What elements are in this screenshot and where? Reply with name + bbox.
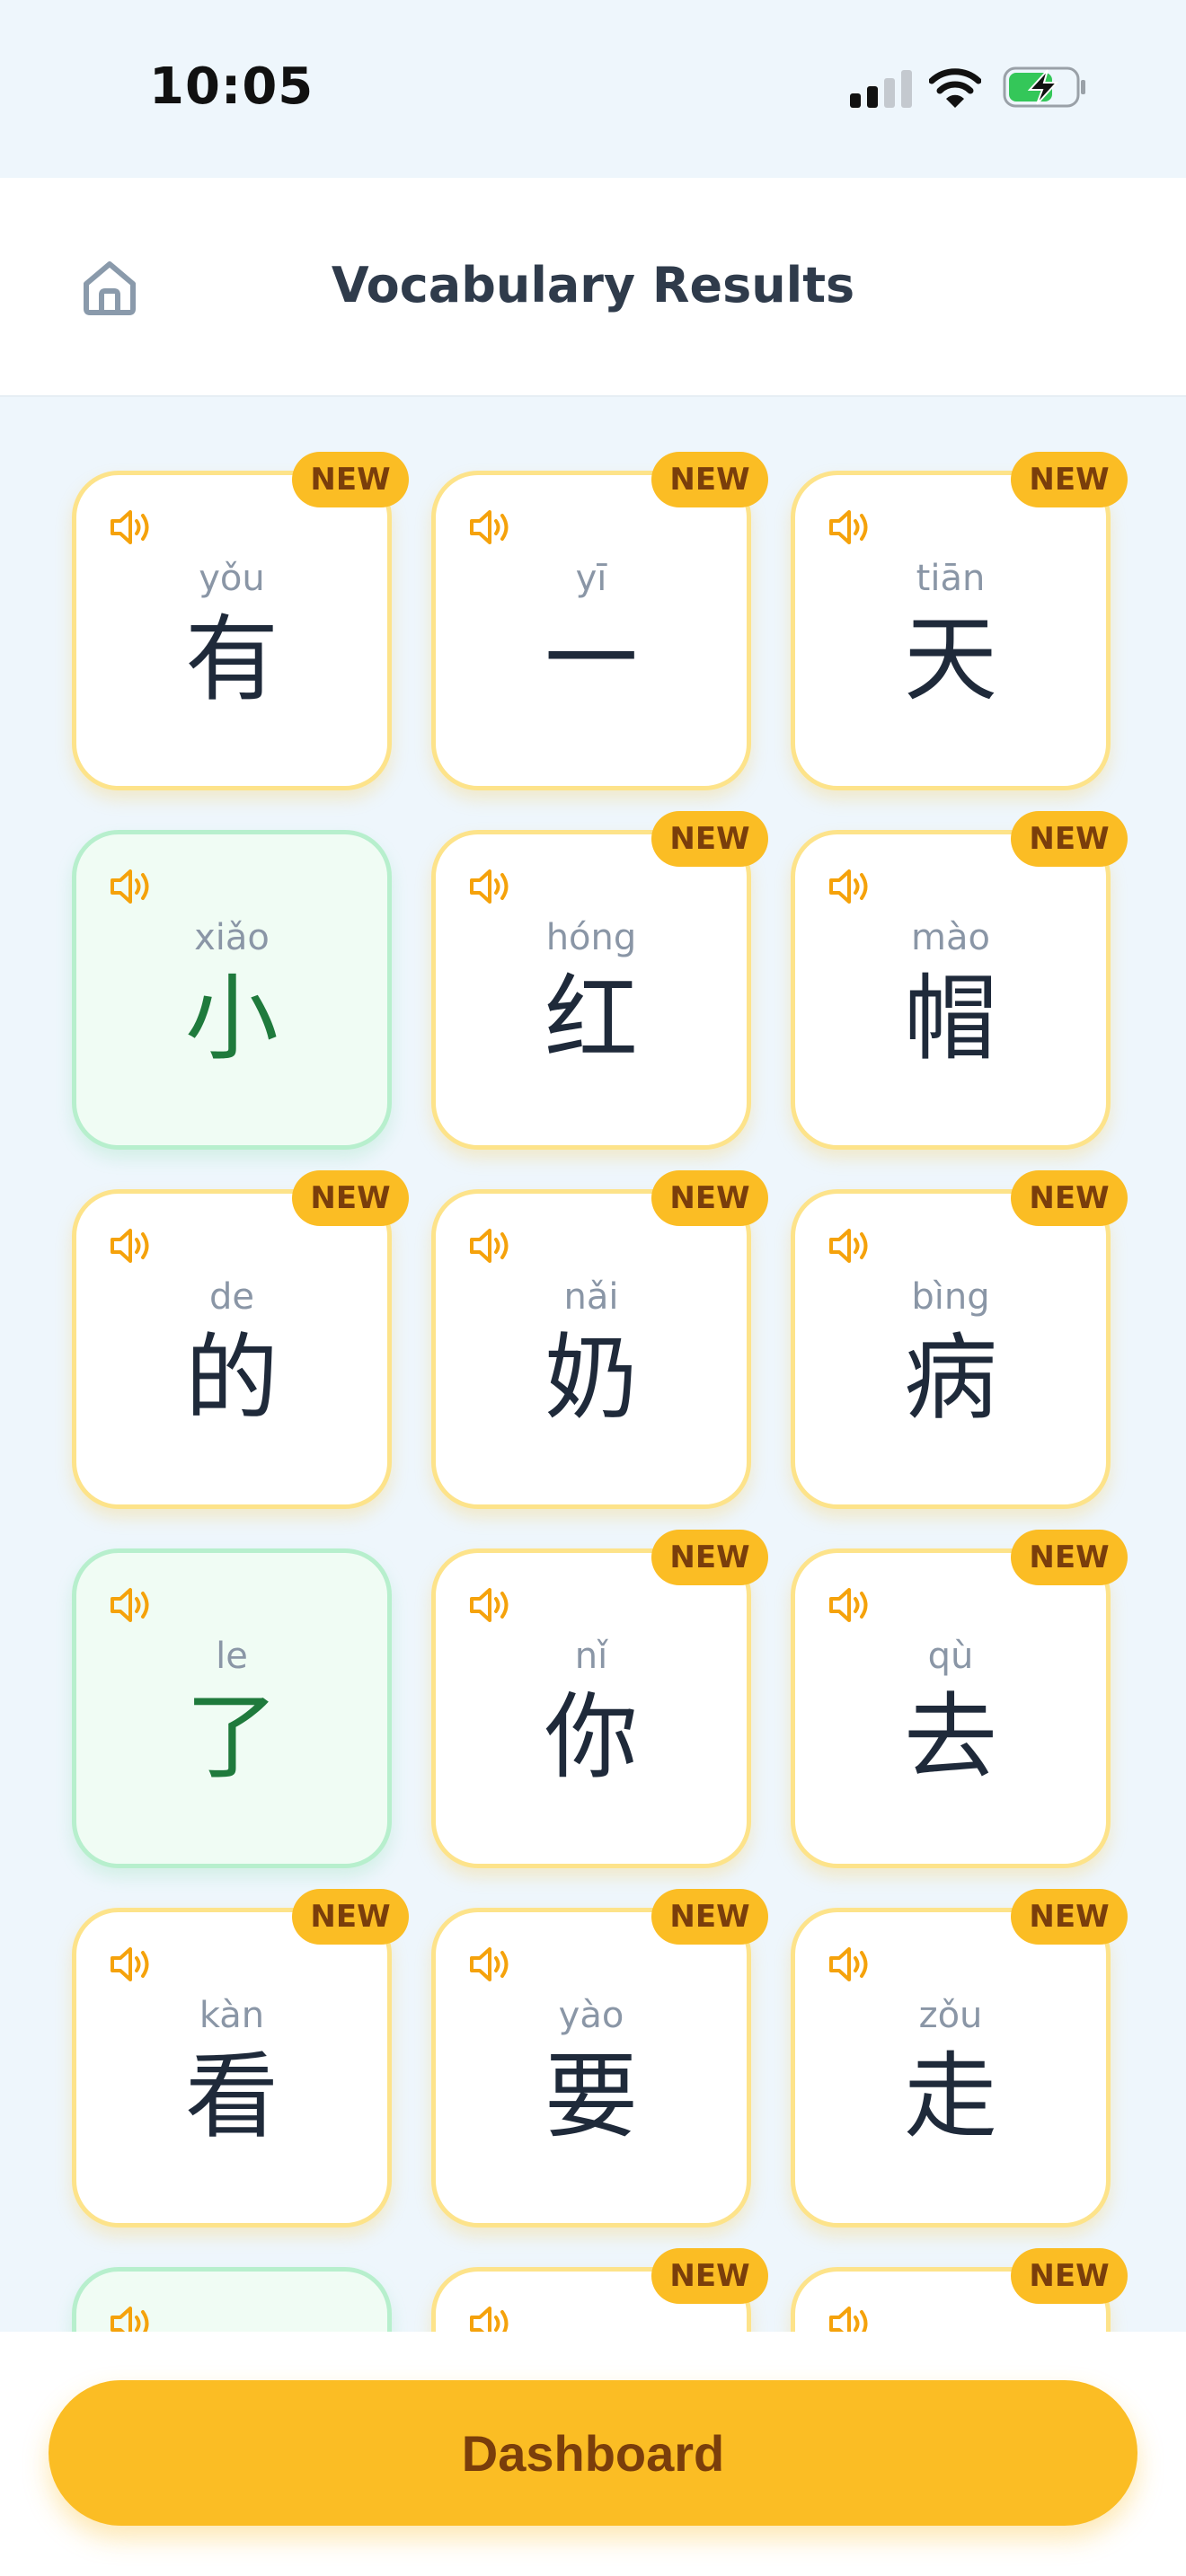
new-badge: NEW	[1011, 1889, 1128, 1945]
word-character: 了	[184, 1682, 279, 1792]
speaker-icon[interactable]	[828, 2304, 872, 2332]
word-card[interactable]: NEW bìng 病	[791, 1170, 1128, 1509]
speaker-icon[interactable]	[828, 507, 872, 547]
word-pinyin: hóng	[545, 917, 637, 958]
word-character: 走	[903, 2042, 997, 2151]
word-character: 奶	[544, 1323, 638, 1433]
word-card[interactable]	[72, 2267, 392, 2332]
word-pinyin: xiǎo	[194, 917, 270, 958]
bottom-bar: Dashboard	[0, 2332, 1186, 2576]
word-character: 病	[903, 1323, 997, 1433]
status-time: 10:05	[149, 57, 314, 116]
word-character: 去	[903, 1682, 997, 1792]
word-card[interactable]: NEW nǎi 奶	[431, 1170, 768, 1509]
speaker-icon[interactable]	[468, 867, 513, 906]
new-badge: NEW	[1011, 811, 1128, 867]
word-character: 看	[184, 2042, 279, 2151]
word-character: 的	[184, 1323, 279, 1433]
new-badge: NEW	[292, 1170, 409, 1226]
word-card[interactable]: NEW mào 帽	[791, 811, 1128, 1150]
new-badge: NEW	[292, 1889, 409, 1945]
word-card[interactable]: xiǎo 小	[72, 830, 392, 1150]
word-card[interactable]: NEW de 的	[72, 1170, 409, 1509]
word-card[interactable]: NEW	[431, 2248, 768, 2332]
word-pinyin: qù	[927, 1636, 974, 1677]
cellular-signal-icon	[850, 70, 912, 108]
battery-charging-icon	[1003, 66, 1085, 108]
speaker-icon[interactable]	[828, 867, 872, 906]
status-bar: 10:05	[0, 0, 1186, 178]
word-card[interactable]: NEW	[791, 2248, 1128, 2332]
page-title: Vocabulary Results	[331, 257, 855, 313]
word-pinyin: tiān	[916, 558, 986, 599]
speaker-icon[interactable]	[109, 867, 154, 906]
speaker-icon[interactable]	[109, 1226, 154, 1266]
word-character: 天	[903, 604, 997, 714]
word-pinyin: le	[216, 1636, 248, 1677]
new-badge: NEW	[1011, 452, 1128, 507]
word-pinyin: zǒu	[918, 1995, 983, 2036]
speaker-icon[interactable]	[109, 507, 154, 547]
word-pinyin: nǐ	[574, 1636, 608, 1677]
word-card[interactable]: NEW tiān 天	[791, 452, 1128, 790]
word-card[interactable]: NEW qù 去	[791, 1530, 1128, 1868]
word-card[interactable]: NEW zǒu 走	[791, 1889, 1128, 2228]
vocabulary-grid: NEW yǒu 有 NEW yī 一 NEW tiān 天 xiǎo 小 NEW hóng 红 NEW mào…	[72, 452, 1128, 2332]
dashboard-button[interactable]: Dashboard	[49, 2380, 1137, 2526]
speaker-icon[interactable]	[468, 507, 513, 547]
word-card[interactable]: NEW hóng 红	[431, 811, 768, 1150]
new-badge: NEW	[292, 452, 409, 507]
word-pinyin: mào	[911, 917, 990, 958]
word-character: 要	[544, 2042, 638, 2151]
speaker-icon[interactable]	[109, 1945, 154, 1984]
word-character: 一	[544, 604, 638, 714]
new-badge: NEW	[1011, 2248, 1128, 2304]
speaker-icon[interactable]	[828, 1585, 872, 1625]
word-card[interactable]: le 了	[72, 1548, 392, 1868]
word-pinyin: yào	[558, 1995, 624, 2036]
speaker-icon[interactable]	[468, 1226, 513, 1266]
new-badge: NEW	[651, 811, 768, 867]
word-pinyin: bìng	[911, 1276, 990, 1318]
word-character: 你	[544, 1682, 638, 1792]
word-card[interactable]: NEW kàn 看	[72, 1889, 409, 2228]
new-badge: NEW	[651, 1530, 768, 1585]
word-card[interactable]: NEW yī 一	[431, 452, 768, 790]
new-badge: NEW	[651, 2248, 768, 2304]
speaker-icon[interactable]	[828, 1945, 872, 1984]
word-pinyin: yǒu	[199, 558, 265, 599]
word-card[interactable]: NEW nǐ 你	[431, 1530, 768, 1868]
word-pinyin: yī	[575, 558, 607, 599]
vocabulary-list[interactable]: NEW yǒu 有 NEW yī 一 NEW tiān 天 xiǎo 小 NEW hóng 红 NEW mào…	[0, 397, 1186, 2332]
word-pinyin: kàn	[199, 1995, 265, 2036]
word-character: 有	[184, 604, 279, 714]
word-character: 帽	[903, 964, 997, 1073]
word-character: 小	[184, 964, 279, 1073]
speaker-icon[interactable]	[468, 1945, 513, 1984]
wifi-icon	[929, 68, 981, 108]
word-pinyin: de	[209, 1276, 254, 1318]
new-badge: NEW	[1011, 1530, 1128, 1585]
new-badge: NEW	[651, 1889, 768, 1945]
word-pinyin: nǎi	[563, 1276, 619, 1318]
word-character: 红	[544, 964, 638, 1073]
new-badge: NEW	[651, 452, 768, 507]
speaker-icon[interactable]	[468, 1585, 513, 1625]
new-badge: NEW	[651, 1170, 768, 1226]
new-badge: NEW	[1011, 1170, 1128, 1226]
speaker-icon[interactable]	[828, 1226, 872, 1266]
word-card[interactable]: NEW yǒu 有	[72, 452, 409, 790]
speaker-icon[interactable]	[468, 2304, 513, 2332]
speaker-icon[interactable]	[109, 1585, 154, 1625]
speaker-icon[interactable]	[109, 2304, 154, 2332]
word-card[interactable]: NEW yào 要	[431, 1889, 768, 2228]
app-header: Vocabulary Results	[0, 178, 1186, 397]
